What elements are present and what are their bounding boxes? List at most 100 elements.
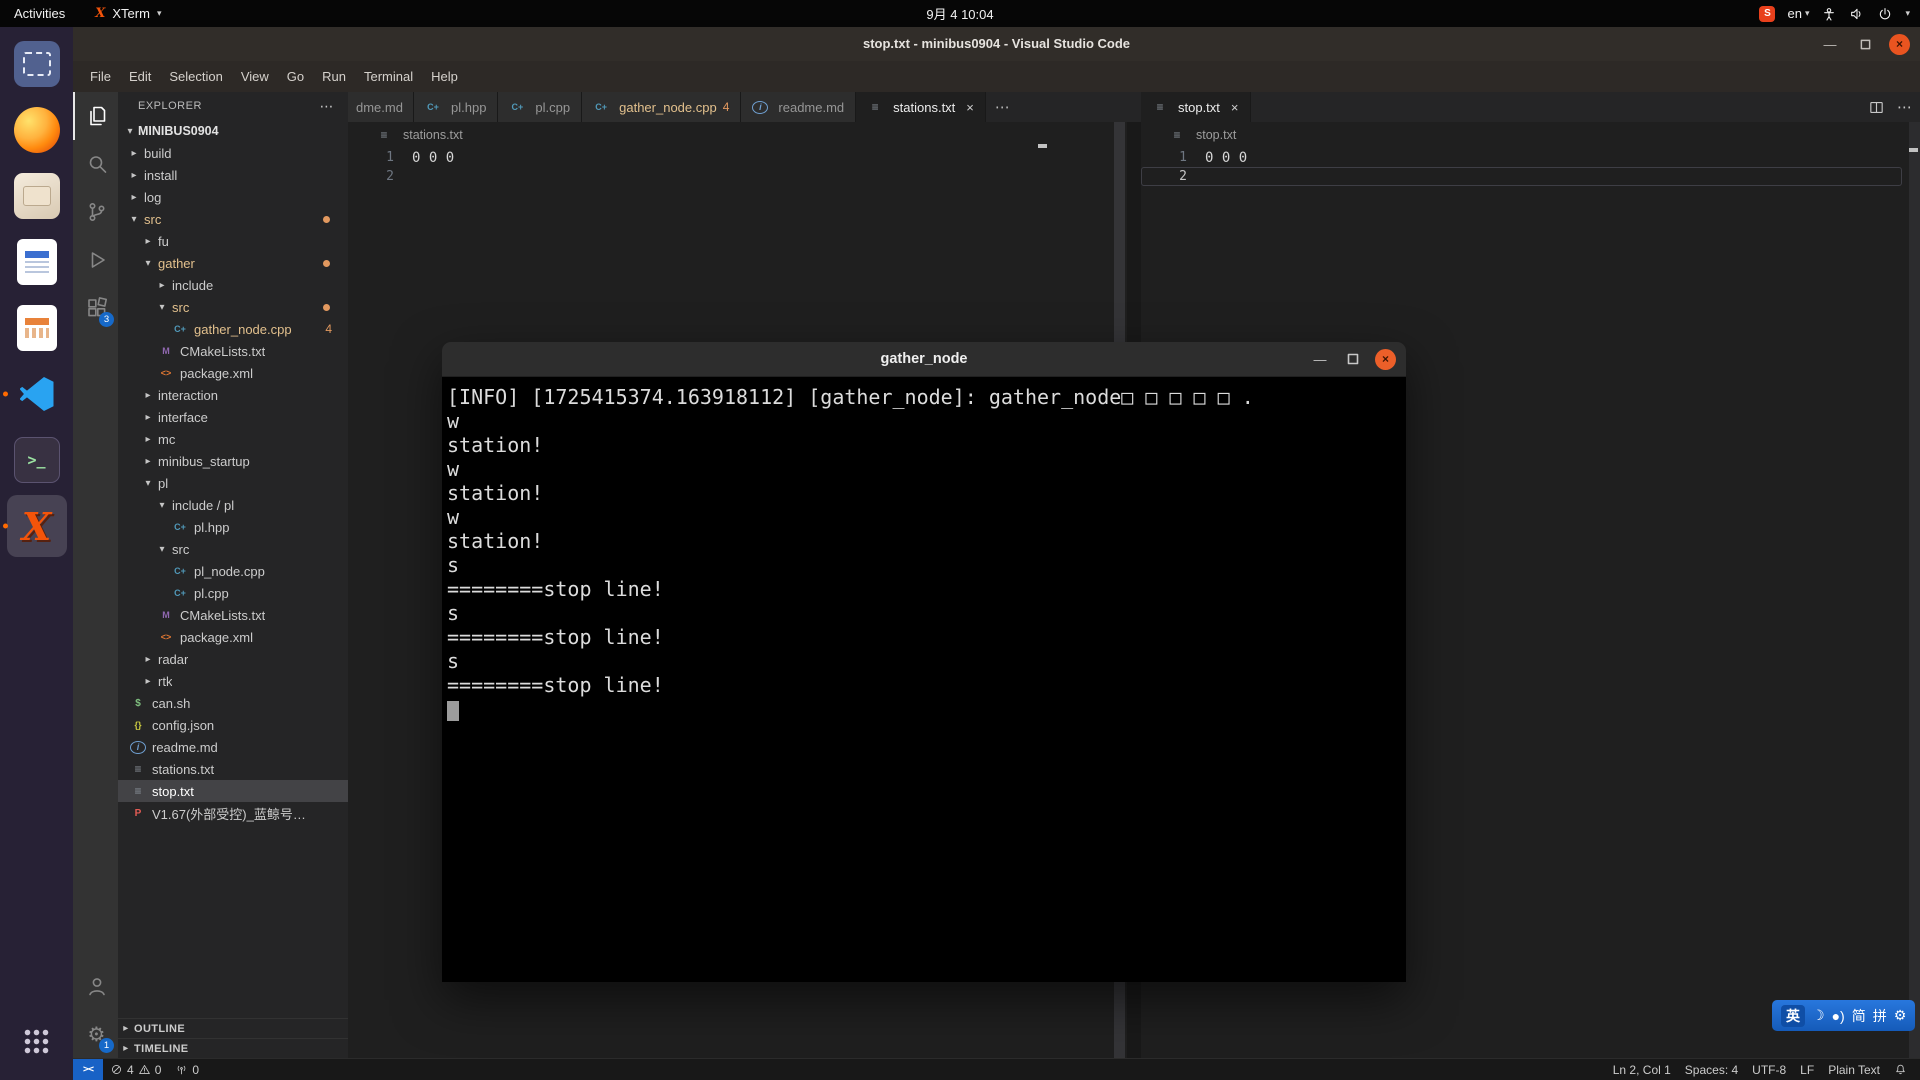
- notifications-bell-button[interactable]: [1887, 1059, 1914, 1080]
- vscode-dock-button[interactable]: [7, 363, 67, 425]
- menu-go[interactable]: Go: [278, 69, 313, 84]
- tree-item-gather[interactable]: ▾gather: [118, 252, 348, 274]
- extensions-view-button[interactable]: 3: [73, 284, 118, 332]
- tab-pl-cpp[interactable]: C+pl.cpp: [498, 92, 582, 122]
- remote-indicator[interactable]: ><: [73, 1059, 103, 1080]
- libreoffice-writer-dock-button[interactable]: [7, 231, 67, 293]
- menu-view[interactable]: View: [232, 69, 278, 84]
- tree-item-src[interactable]: ▾src: [118, 538, 348, 560]
- more-actions-icon[interactable]: ⋯: [1897, 98, 1912, 116]
- libreoffice-impress-dock-button[interactable]: [7, 297, 67, 359]
- tree-item-pl-cpp[interactable]: C+pl.cpp: [118, 582, 348, 604]
- xterm-titlebar[interactable]: gather_node — ×: [442, 342, 1406, 377]
- menu-file[interactable]: File: [81, 69, 120, 84]
- tree-item-include[interactable]: ▸include: [118, 274, 348, 296]
- tab-dme-md[interactable]: dme.md: [348, 92, 414, 122]
- terminal-dock-button[interactable]: [7, 429, 67, 491]
- tree-item-cmakelists-txt[interactable]: MCMakeLists.txt: [118, 340, 348, 362]
- tree-item-stop-txt[interactable]: ≡stop.txt: [118, 780, 348, 802]
- close-button[interactable]: ×: [1375, 349, 1396, 370]
- tree-item-build[interactable]: ▸build: [118, 142, 348, 164]
- status-indentation[interactable]: Spaces: 4: [1678, 1059, 1745, 1080]
- explorer-root-folder[interactable]: ▾ MINIBUS0904: [118, 120, 348, 142]
- volume-icon[interactable]: [1849, 6, 1865, 22]
- tab-gather-node-cpp[interactable]: C+gather_node.cpp4: [582, 92, 741, 122]
- more-tabs-button[interactable]: ⋯: [986, 92, 1019, 122]
- tree-item-gather-node-cpp[interactable]: C+gather_node.cpp4: [118, 318, 348, 340]
- menu-help[interactable]: Help: [422, 69, 467, 84]
- accessibility-icon[interactable]: [1821, 6, 1837, 22]
- focused-app-menu[interactable]: X XTerm ▾: [95, 6, 161, 21]
- tree-item-src[interactable]: ▾src: [118, 296, 348, 318]
- ime-settings[interactable]: ⚙: [1894, 1007, 1907, 1024]
- accounts-button[interactable]: [73, 962, 118, 1010]
- tree-item-stations-txt[interactable]: ≡stations.txt: [118, 758, 348, 780]
- tree-item-can-sh[interactable]: $can.sh: [118, 692, 348, 714]
- editor-line[interactable]: 10 0 0: [348, 148, 1127, 167]
- close-tab-icon[interactable]: ×: [966, 100, 974, 115]
- editor-line[interactable]: 2: [1141, 167, 1902, 186]
- tab-readme-md[interactable]: ireadme.md: [741, 92, 856, 122]
- menu-terminal[interactable]: Terminal: [355, 69, 422, 84]
- tab-stations-txt[interactable]: ≡stations.txt×: [856, 92, 986, 122]
- terminal-output[interactable]: [INFO] [1725415374.163918112] [gather_no…: [442, 377, 1406, 982]
- maximize-button[interactable]: [1342, 348, 1364, 370]
- tree-item-fu[interactable]: ▸fu: [118, 230, 348, 252]
- activities-button[interactable]: Activities: [14, 6, 65, 21]
- tree-item-radar[interactable]: ▸radar: [118, 648, 348, 670]
- tree-item-cmakelists-txt[interactable]: MCMakeLists.txt: [118, 604, 348, 626]
- tree-item-v1-67[interactable]: PV1.67(外部受控)_蓝鲸号线控整…: [118, 802, 348, 824]
- settings-button[interactable]: ⚙ 1: [73, 1010, 118, 1058]
- ime-night-mode[interactable]: ☽: [1812, 1007, 1825, 1024]
- more-actions-icon[interactable]: ⋯: [320, 98, 335, 115]
- timeline-section[interactable]: ▸ TIMELINE: [118, 1038, 348, 1058]
- breadcrumb[interactable]: ≡stop.txt: [1141, 122, 1920, 148]
- sogou-input-icon[interactable]: S: [1759, 6, 1775, 22]
- split-editor-icon[interactable]: [1868, 99, 1885, 116]
- breadcrumb[interactable]: ≡stations.txt: [348, 122, 1127, 148]
- files-dock-button[interactable]: [7, 165, 67, 227]
- minimize-button[interactable]: —: [1819, 33, 1841, 55]
- power-icon[interactable]: [1877, 6, 1893, 22]
- chevron-down-icon[interactable]: ▾: [1905, 8, 1910, 19]
- tree-item-config-json[interactable]: {}config.json: [118, 714, 348, 736]
- tree-item-pl-hpp[interactable]: C+pl.hpp: [118, 516, 348, 538]
- tab-stop-txt[interactable]: ≡stop.txt×: [1141, 92, 1251, 122]
- clock[interactable]: 9月 4 10:04: [926, 4, 993, 23]
- menu-run[interactable]: Run: [313, 69, 355, 84]
- tree-item-package-xml[interactable]: <>package.xml: [118, 362, 348, 384]
- tree-item-readme-md[interactable]: ireadme.md: [118, 736, 348, 758]
- status-eol[interactable]: LF: [1793, 1059, 1821, 1080]
- problems-indicator[interactable]: 4 0: [103, 1059, 168, 1080]
- close-tab-icon[interactable]: ×: [1231, 100, 1239, 115]
- run-debug-view-button[interactable]: [73, 236, 118, 284]
- vscode-titlebar[interactable]: stop.txt - minibus0904 - Visual Studio C…: [73, 27, 1920, 61]
- tree-item-pl-node-cpp[interactable]: C+pl_node.cpp: [118, 560, 348, 582]
- xterm-window[interactable]: gather_node — × [INFO] [1725415374.16391…: [442, 342, 1406, 982]
- ime-lang-en[interactable]: 英: [1781, 1005, 1805, 1027]
- broadcast-indicator[interactable]: 0: [168, 1059, 206, 1080]
- show-apps-dock-button[interactable]: [7, 1010, 67, 1072]
- tree-item-install[interactable]: ▸install: [118, 164, 348, 186]
- tree-item-rtk[interactable]: ▸rtk: [118, 670, 348, 692]
- tree-item-log[interactable]: ▸log: [118, 186, 348, 208]
- outline-section[interactable]: ▸ OUTLINE: [118, 1018, 348, 1038]
- xterm-dock-button[interactable]: [7, 495, 67, 557]
- status-encoding[interactable]: UTF-8: [1745, 1059, 1793, 1080]
- tree-item-src[interactable]: ▾src: [118, 208, 348, 230]
- tree-item-interaction[interactable]: ▸interaction: [118, 384, 348, 406]
- status-cursor-position[interactable]: Ln 2, Col 1: [1606, 1059, 1678, 1080]
- tree-item-package-xml[interactable]: <>package.xml: [118, 626, 348, 648]
- tree-item-mc[interactable]: ▸mc: [118, 428, 348, 450]
- screenshot-tool-dock-button[interactable]: [7, 33, 67, 95]
- tree-item-minibus-startup[interactable]: ▸minibus_startup: [118, 450, 348, 472]
- ime-simplified[interactable]: 简: [1852, 1006, 1866, 1026]
- editor-line[interactable]: 2: [348, 167, 1127, 186]
- close-button[interactable]: ×: [1889, 34, 1910, 55]
- tab-pl-hpp[interactable]: C+pl.hpp: [414, 92, 498, 122]
- keyboard-layout-indicator[interactable]: en ▾: [1787, 6, 1809, 21]
- firefox-dock-button[interactable]: [7, 99, 67, 161]
- menu-edit[interactable]: Edit: [120, 69, 160, 84]
- scrollbar[interactable]: [1909, 122, 1920, 1058]
- maximize-button[interactable]: [1854, 33, 1876, 55]
